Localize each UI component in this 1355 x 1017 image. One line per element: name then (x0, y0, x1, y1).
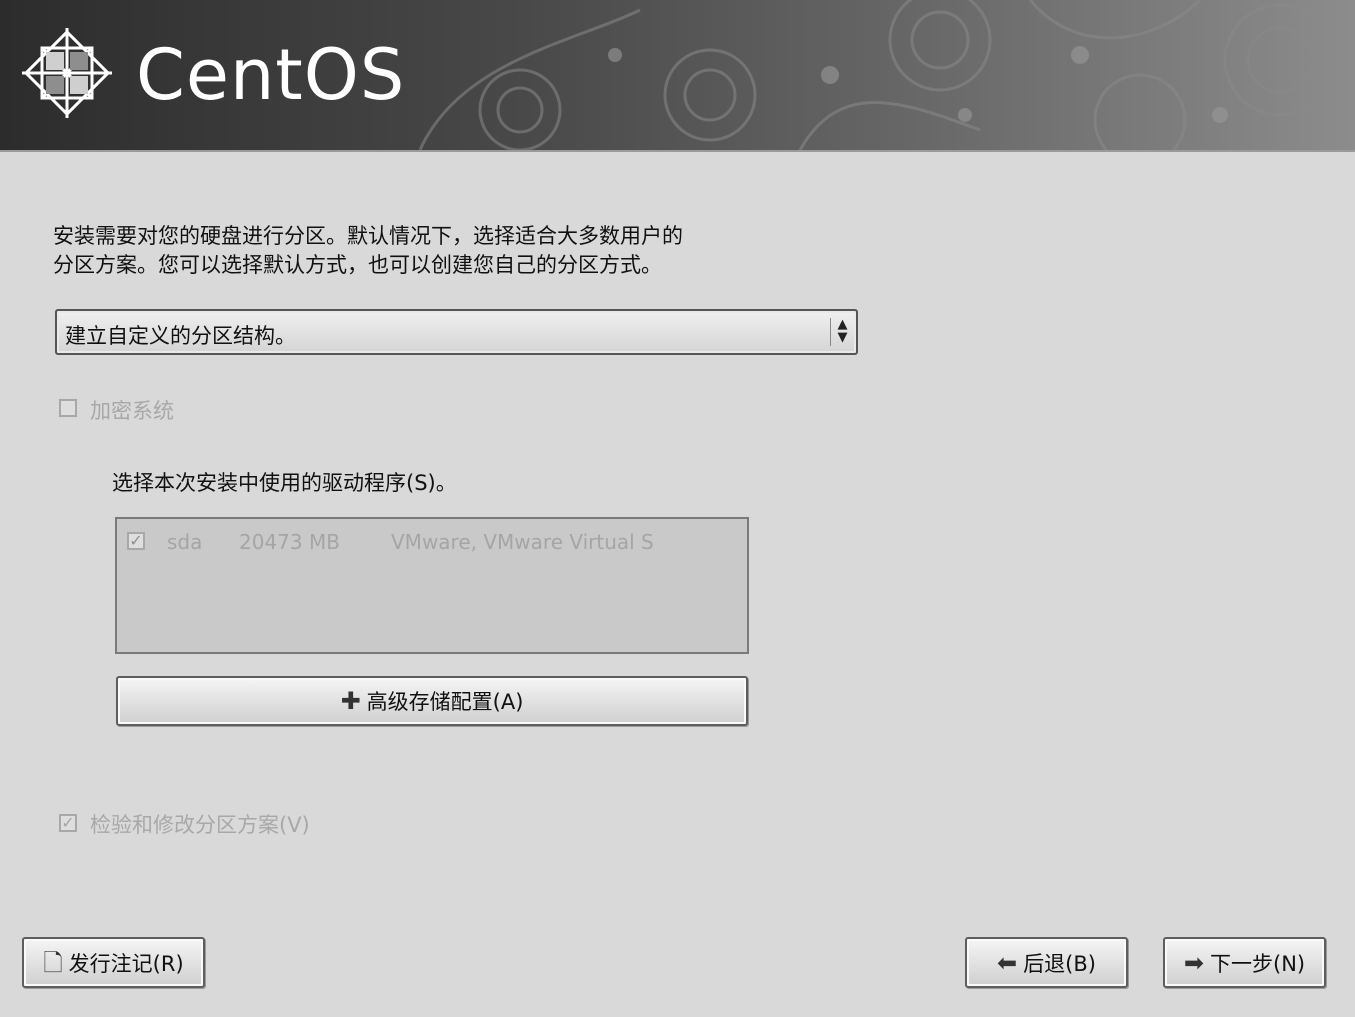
header-banner: CentOS (0, 0, 1355, 152)
drive-size: 20473 MB (239, 530, 340, 554)
left-arrow-icon: ⬅ (997, 948, 1018, 977)
drive-row[interactable]: ✓ sda 20473 MB VMware, VMware Virtual S (125, 529, 735, 554)
next-button[interactable]: ➡ 下一步(N) (1163, 937, 1326, 988)
partition-intro-text: 安装需要对您的硬盘进行分区。默认情况下，选择适合大多数用户的 分区方案。您可以选… (53, 222, 753, 280)
advanced-storage-button[interactable]: ✚ 高级存储配置(A) (116, 676, 748, 726)
advanced-storage-label: 高级存储配置(A) (366, 690, 524, 714)
drive-list[interactable]: ✓ sda 20473 MB VMware, VMware Virtual S (115, 517, 749, 654)
intro-line-1: 安装需要对您的硬盘进行分区。默认情况下，选择适合大多数用户的 (53, 224, 683, 248)
drive-checkbox[interactable]: ✓ (127, 532, 145, 550)
release-notes-label: 发行注记(R) (68, 951, 184, 976)
review-partitions-label: 检验和修改分区方案(V) (90, 813, 310, 837)
release-notes-button[interactable]: 🗋 发行注记(R) (22, 937, 205, 988)
brand-title: CentOS (136, 34, 406, 116)
back-label: 后退(B) (1023, 951, 1096, 976)
encrypt-system-checkbox[interactable] (59, 399, 77, 417)
review-partitions-checkbox[interactable]: ✓ (59, 814, 77, 832)
encrypt-system-label: 加密系统 (90, 399, 174, 423)
plus-icon: ✚ (340, 687, 361, 715)
intro-line-2: 分区方案。您可以选择默认方式，也可以创建您自己的分区方式。 (53, 253, 662, 277)
partition-layout-selected: 建立自定义的分区结构。 (65, 324, 296, 348)
drive-name: sda (167, 530, 203, 554)
document-icon: 🗋 (43, 948, 63, 977)
up-down-arrow-icon: ▲ ▼ (830, 318, 850, 346)
drive-model: VMware, VMware Virtual S (391, 530, 654, 554)
drives-label: 选择本次安装中使用的驱动程序(S)。 (112, 471, 457, 495)
centos-logo-icon (22, 28, 112, 118)
banner-swirl-decoration (418, 0, 1337, 150)
right-arrow-icon: ➡ (1183, 948, 1204, 977)
back-button[interactable]: ⬅ 后退(B) (965, 937, 1128, 988)
next-label: 下一步(N) (1210, 951, 1306, 976)
partition-layout-dropdown[interactable]: 建立自定义的分区结构。 ▲ ▼ (55, 309, 858, 355)
